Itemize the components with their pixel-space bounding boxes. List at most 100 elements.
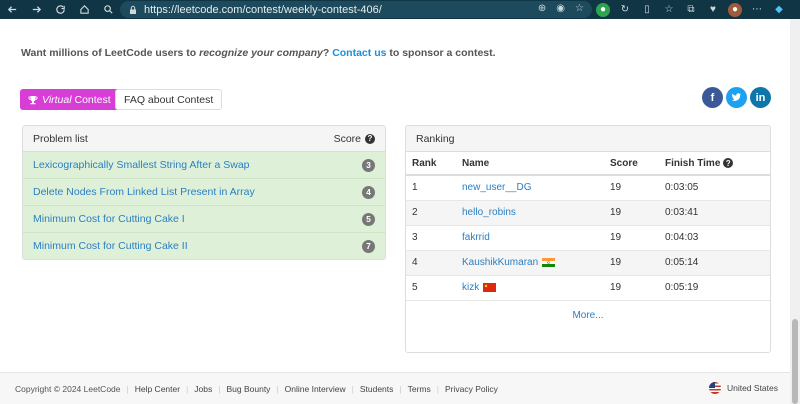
- help-icon[interactable]: ?: [365, 133, 375, 144]
- user-link[interactable]: new_user__DG: [462, 182, 531, 193]
- contest-page: Want millions of LeetCode users to recog…: [0, 19, 790, 404]
- score-cell: 19: [604, 199, 659, 225]
- forward-icon[interactable]: [24, 0, 48, 19]
- problem-row: Delete Nodes From Linked List Present in…: [23, 179, 385, 206]
- finish-time-cell: 0:04:03: [659, 224, 770, 250]
- col-rank: Rank: [406, 152, 456, 176]
- col-name: Name: [456, 152, 604, 176]
- more-ranking: More...: [406, 300, 770, 330]
- footer-separator: |: [276, 383, 279, 394]
- score-badge: 5: [362, 212, 375, 226]
- name-cell: kizk: [456, 274, 604, 300]
- performance-icon[interactable]: ♥: [706, 3, 720, 17]
- user-link[interactable]: hello_robins: [462, 207, 516, 218]
- profile-avatar[interactable]: ●: [728, 2, 742, 17]
- ranking-row: 3 fakrrid 19 0:04:03: [406, 224, 770, 250]
- footer-link[interactable]: Online Interview: [285, 384, 346, 394]
- locale-selector[interactable]: United States: [708, 382, 778, 394]
- user-link[interactable]: fakrrid: [462, 232, 490, 243]
- score-badge: 7: [362, 239, 375, 253]
- more-menu-icon[interactable]: ⋯: [750, 3, 764, 17]
- name-cell: fakrrid: [456, 224, 604, 250]
- score-cell: 19: [604, 249, 659, 275]
- twitter-icon: [731, 93, 742, 101]
- favorites-icon[interactable]: ☆: [662, 3, 676, 17]
- browser-toolbar: https://leetcode.com/contest/weekly-cont…: [0, 0, 800, 19]
- problem-list-panel: Problem list Score ? Lexicographically S…: [22, 125, 386, 260]
- china-flag-icon: [483, 283, 497, 293]
- footer-link[interactable]: Privacy Policy: [445, 384, 498, 394]
- rank-cell: 3: [406, 224, 456, 250]
- name-cell: hello_robins: [456, 199, 604, 225]
- ranking-row: 1 new_user__DG 19 0:03:05: [406, 174, 770, 200]
- linkedin-share-button[interactable]: in: [750, 87, 771, 108]
- finish-time-cell: 0:05:14: [659, 249, 770, 275]
- copyright: Copyright © 2024 LeetCode: [15, 383, 121, 394]
- scrollbar[interactable]: [790, 19, 800, 404]
- ranking-row: 5 kizk 19 0:05:19: [406, 274, 770, 300]
- copilot-icon[interactable]: ◆: [772, 3, 786, 17]
- zoom-icon[interactable]: ⊕: [538, 3, 546, 14]
- virtual-contest-button[interactable]: Virtual Contest: [20, 89, 119, 110]
- footer-separator: |: [351, 383, 354, 394]
- sponsor-text: Want millions of LeetCode users to recog…: [21, 47, 496, 59]
- ranking-table: Rank Name Score Finish Time ? 1 new_user_…: [406, 152, 770, 300]
- help-icon[interactable]: ?: [723, 158, 734, 168]
- footer-separator: |: [399, 383, 402, 394]
- address-bar[interactable]: https://leetcode.com/contest/weekly-cont…: [120, 1, 592, 18]
- problem-link[interactable]: Minimum Cost for Cutting Cake I: [33, 213, 185, 225]
- rank-cell: 4: [406, 249, 456, 275]
- contact-us-link[interactable]: Contact us: [332, 47, 386, 59]
- twitter-share-button[interactable]: t: [726, 87, 747, 108]
- reload-icon[interactable]: [48, 0, 72, 19]
- col-score: Score: [604, 152, 659, 176]
- home-icon[interactable]: [72, 0, 96, 19]
- problem-link[interactable]: Lexicographically Smallest String After …: [33, 159, 250, 171]
- col-finish-time: Finish Time ?: [659, 152, 770, 176]
- score-badge: 3: [362, 158, 375, 172]
- finish-time-cell: 0:03:41: [659, 199, 770, 225]
- footer-separator: |: [436, 383, 439, 394]
- score-cell: 19: [604, 274, 659, 300]
- rank-cell: 2: [406, 199, 456, 225]
- refresh-extension-icon[interactable]: ↻: [618, 3, 632, 17]
- url-text: https://leetcode.com/contest/weekly-cont…: [144, 3, 382, 16]
- problem-row: Lexicographically Smallest String After …: [23, 152, 385, 179]
- faq-button[interactable]: FAQ about Contest: [115, 89, 223, 110]
- back-icon[interactable]: [0, 0, 24, 19]
- user-link[interactable]: kizk: [462, 282, 479, 293]
- score-cell: 19: [604, 174, 659, 200]
- ranking-header: Ranking: [406, 126, 770, 152]
- rank-cell: 1: [406, 174, 456, 200]
- ranking-panel: Ranking Rank Name Score Finish Time ? 1n…: [405, 125, 771, 353]
- ranking-row: 2 hello_robins 19 0:03:41: [406, 199, 770, 225]
- tracking-icon[interactable]: ◉: [556, 3, 565, 14]
- bookmark-star-icon[interactable]: ☆: [575, 3, 584, 14]
- rank-cell: 5: [406, 274, 456, 300]
- score-cell: 19: [604, 224, 659, 250]
- extension-icon[interactable]: ●: [596, 2, 610, 17]
- footer-link[interactable]: Terms: [408, 384, 431, 394]
- name-cell: KaushikKumaran: [456, 249, 604, 275]
- finish-time-cell: 0:03:05: [659, 174, 770, 200]
- user-link[interactable]: KaushikKumaran: [462, 257, 538, 268]
- footer-link[interactable]: Bug Bounty: [226, 384, 270, 394]
- footer-link[interactable]: Jobs: [194, 384, 212, 394]
- ranking-row: 4 KaushikKumaran 19 0:05:14: [406, 249, 770, 275]
- score-badge: 4: [362, 185, 375, 199]
- problem-row: Minimum Cost for Cutting Cake II 7: [23, 233, 385, 259]
- more-link[interactable]: More...: [572, 310, 603, 321]
- problem-link[interactable]: Delete Nodes From Linked List Present in…: [33, 186, 255, 198]
- footer-separator: |: [186, 383, 189, 394]
- collections-icon[interactable]: ⧉: [684, 3, 698, 17]
- facebook-share-button[interactable]: f: [702, 87, 723, 108]
- scrollbar-thumb[interactable]: [792, 319, 798, 404]
- problem-link[interactable]: Minimum Cost for Cutting Cake II: [33, 240, 188, 252]
- lock-icon: [130, 5, 136, 14]
- split-view-icon[interactable]: ▯: [640, 3, 654, 17]
- footer: Copyright © 2024 LeetCode | Help Center | J…: [0, 372, 790, 404]
- footer-link[interactable]: Students: [360, 384, 394, 394]
- search-icon[interactable]: [96, 0, 120, 19]
- footer-link[interactable]: Help Center: [135, 384, 180, 394]
- india-flag-icon: [542, 257, 556, 267]
